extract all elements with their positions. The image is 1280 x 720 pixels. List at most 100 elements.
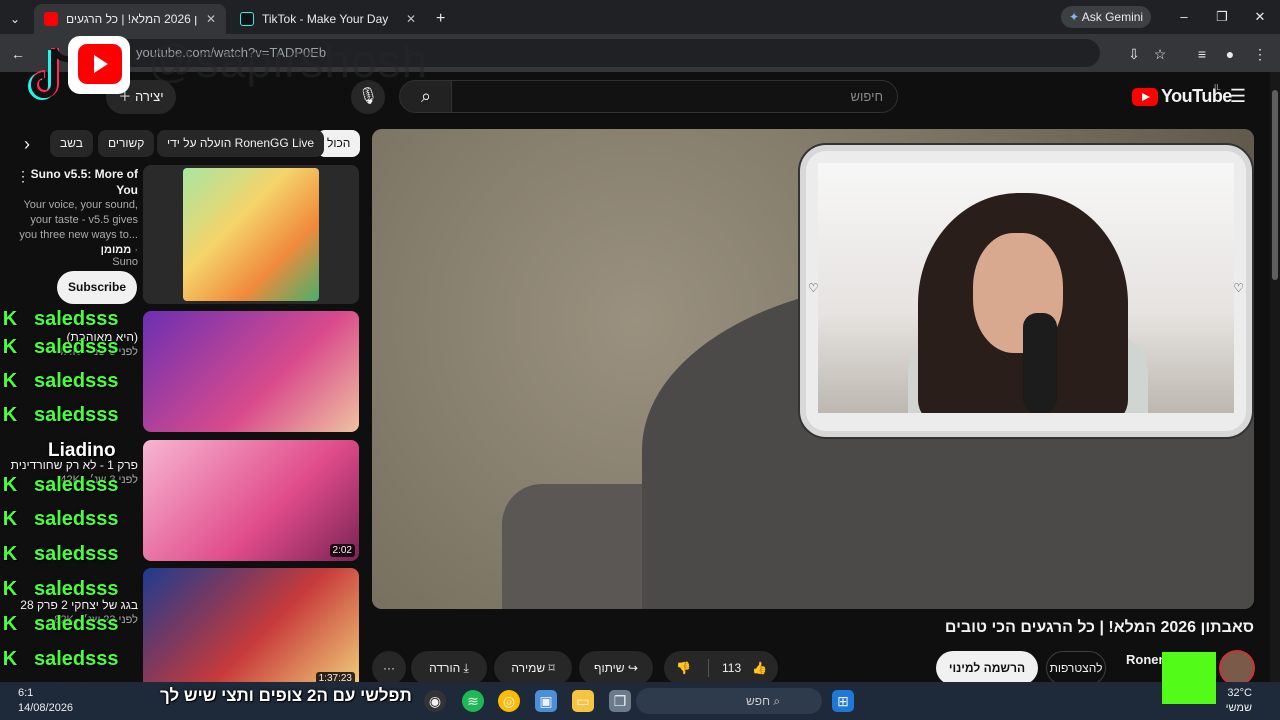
- kick-badge-icon: K: [2, 474, 18, 496]
- ad-subscribe-button[interactable]: Subscribe: [57, 271, 137, 304]
- start-windows-icon[interactable]: ⊞: [832, 690, 854, 712]
- download-button[interactable]: הורדה ⤓: [411, 651, 487, 685]
- install-app-icon[interactable]: ⇩: [1124, 44, 1144, 64]
- hamburger-menu-icon[interactable]: ☰: [1228, 86, 1248, 106]
- chip-watched[interactable]: בשב: [50, 130, 93, 157]
- kick-badge-icon: K: [2, 508, 18, 530]
- ask-gemini-button[interactable]: ✦ Ask Gemini: [1061, 6, 1151, 28]
- chips-next-icon[interactable]: ›: [24, 134, 30, 155]
- kick-badge-icon: K: [2, 370, 18, 392]
- share-button[interactable]: שיתוף ↪: [579, 651, 653, 685]
- reading-list-icon[interactable]: ≡: [1192, 44, 1212, 64]
- spotify-icon[interactable]: ≋: [462, 690, 484, 712]
- store-icon[interactable]: ▣: [535, 690, 557, 712]
- related-thumbnail[interactable]: [143, 311, 359, 432]
- chat-line: Ksaledsss: [2, 543, 119, 569]
- ad-title[interactable]: Suno v5.5: More of You: [30, 166, 138, 198]
- obs-icon[interactable]: ◉: [424, 690, 446, 712]
- bookmark-icon: ⌑: [548, 661, 555, 675]
- chat-line: Ksaledsss: [2, 578, 119, 604]
- search-input[interactable]: חיפוש: [451, 80, 898, 113]
- chat-line: Ksaledsss: [2, 308, 119, 334]
- save-button[interactable]: שמירה ⌑: [494, 651, 572, 685]
- webcam-overlay: ♡ ♡: [800, 145, 1252, 437]
- browser-menu-icon[interactable]: ⋮: [1250, 44, 1270, 64]
- related-thumbnail[interactable]: 1:37:23: [143, 568, 359, 689]
- more-options-icon[interactable]: ⋮: [16, 168, 30, 185]
- youtube-wordmark: YouTube: [1161, 86, 1232, 106]
- kick-badge-icon: K: [2, 308, 18, 330]
- weather-condition: שמשי: [1225, 702, 1252, 714]
- like-dislike-group: 👎 113 👍: [664, 651, 778, 685]
- video-duration: 2:02: [329, 544, 355, 557]
- related-thumbnail[interactable]: 2:02: [143, 440, 359, 561]
- minimize-button[interactable]: –: [1166, 6, 1202, 28]
- ad-sponsor-line: ממומן · Suno: [100, 244, 138, 268]
- clock-date: 14/08/2026: [18, 702, 74, 714]
- close-tab-icon[interactable]: ✕: [206, 12, 216, 26]
- create-label: יצירה: [135, 89, 164, 104]
- tab-search-button[interactable]: ⌄: [4, 4, 30, 34]
- video-title: סאבתון 2026 המלא! | כל הרגעים הכי טובים: [944, 619, 1254, 636]
- save-label: שמירה: [511, 661, 546, 675]
- tiktok-watermark: @sapirshosh: [148, 35, 429, 87]
- tab-tiktok[interactable]: TikTok - Make Your Day ✕: [230, 4, 426, 34]
- bookmark-star-icon[interactable]: ☆: [1150, 44, 1170, 64]
- like-icon[interactable]: 👍: [752, 651, 767, 685]
- channel-name[interactable]: Ronen: [1126, 652, 1166, 667]
- browser-tabstrip: ⌄ סאבתון 2026 המלא! | כל הרגעים ✕ TikTok…: [0, 0, 1280, 34]
- gemini-icon: ✦: [1069, 10, 1080, 24]
- country-code: IL: [1214, 83, 1221, 92]
- kick-badge-icon: K: [2, 543, 18, 565]
- maximize-button[interactable]: ❐: [1204, 6, 1240, 28]
- ad-body: Your voice, your sound, your taste - v5.…: [19, 199, 138, 241]
- profile-icon[interactable]: ●: [1220, 44, 1240, 64]
- ad-artwork: [183, 168, 319, 301]
- page-scrollbar[interactable]: [1270, 72, 1280, 682]
- taskbar-search[interactable]: חפש ⌕: [636, 688, 822, 714]
- chrome-icon[interactable]: ◎: [498, 690, 520, 712]
- chat-username: saledsss: [34, 543, 119, 565]
- tiktok-logo: [28, 36, 130, 100]
- like-count[interactable]: 113: [722, 651, 741, 685]
- chip-related[interactable]: קשורים: [98, 130, 155, 157]
- chat-line: Ksaledsss: [2, 508, 119, 534]
- join-button[interactable]: להצטרפות: [1046, 651, 1106, 685]
- chat-username: saledsss: [34, 578, 119, 600]
- webcam-feed: [818, 163, 1234, 413]
- ad-advertiser: Suno: [112, 256, 138, 268]
- channel-avatar[interactable]: [1219, 650, 1255, 686]
- search-icon: ⌕: [420, 86, 432, 106]
- chat-username: saledsss: [34, 474, 119, 496]
- task-view-icon[interactable]: ❐: [609, 690, 631, 712]
- chat-line: Ksaledsss: [2, 613, 119, 639]
- chat-line: Ksaledsss: [2, 336, 119, 362]
- ad-thumbnail[interactable]: [143, 165, 359, 304]
- more-actions-button[interactable]: ···: [372, 651, 406, 685]
- temperature: 32°C: [1227, 687, 1252, 699]
- new-tab-button[interactable]: +: [430, 4, 456, 34]
- close-window-button[interactable]: ✕: [1242, 6, 1278, 28]
- chip-uploaded-by[interactable]: הועלה על ידי RonenGG Live: [157, 130, 325, 157]
- kick-badge-icon: K: [2, 336, 18, 358]
- kick-logo-icon: [1162, 652, 1216, 704]
- scroll-thumb[interactable]: [1272, 90, 1278, 280]
- dislike-icon[interactable]: 👎: [676, 651, 691, 685]
- chat-line: Ksaledsss: [2, 404, 119, 430]
- youtube-play-icon: [1132, 88, 1158, 106]
- kick-badge-icon: K: [2, 613, 18, 635]
- chat-username: saledsss: [34, 508, 119, 530]
- subscribe-button[interactable]: הרשמה למינוי: [936, 651, 1038, 685]
- file-explorer-icon[interactable]: ▭: [572, 690, 594, 712]
- chat-username: saledsss: [34, 613, 119, 635]
- weather-widget[interactable]: 32°C שמשי: [1226, 686, 1252, 716]
- share-label: שיתוף: [594, 661, 625, 675]
- chat-line: Ksaledsss: [2, 474, 119, 500]
- taskbar-search-placeholder: חפש: [746, 694, 770, 708]
- ad-sponsor-badge: ממומן: [100, 244, 132, 256]
- clock[interactable]: 6:1 14/08/2026: [18, 686, 73, 716]
- tab-youtube[interactable]: סאבתון 2026 המלא! | כל הרגעים ✕: [34, 4, 226, 34]
- youtube-logo[interactable]: YouTube IL: [1132, 83, 1232, 108]
- close-tab-icon[interactable]: ✕: [406, 12, 416, 26]
- heart-icon: ♡: [1233, 281, 1244, 295]
